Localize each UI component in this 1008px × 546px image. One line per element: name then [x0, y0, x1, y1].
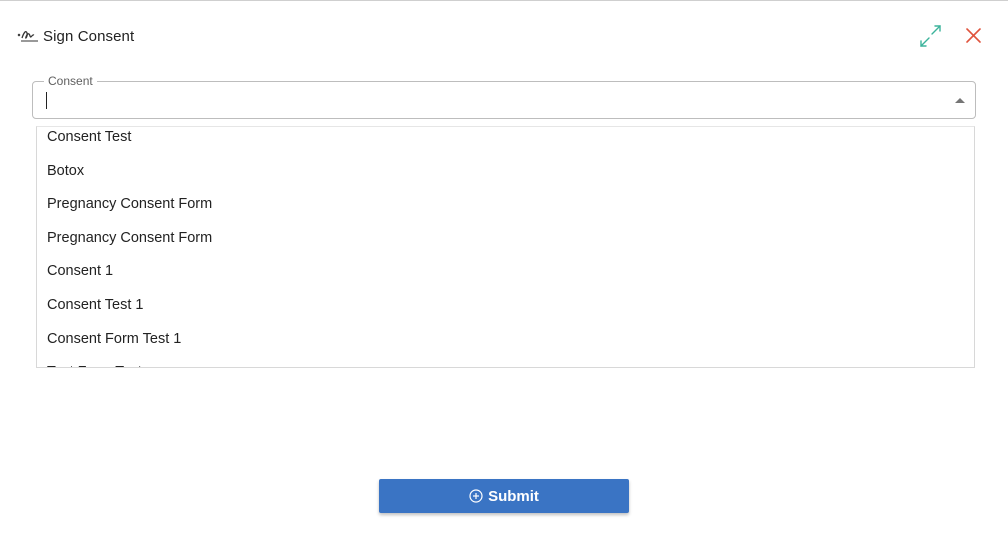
- dialog-header: Sign Consent: [17, 25, 134, 47]
- submit-button[interactable]: Submit: [379, 479, 629, 513]
- submit-label: Submit: [488, 487, 539, 505]
- consent-option[interactable]: Test Form Test: [37, 356, 974, 367]
- consent-select-field[interactable]: Consent: [32, 74, 976, 119]
- signature-icon: [17, 28, 39, 44]
- consent-option[interactable]: Consent Test: [37, 127, 974, 155]
- plus-circle-icon: [469, 489, 483, 503]
- chevron-up-icon[interactable]: [955, 98, 965, 103]
- consent-option[interactable]: Pregnancy Consent Form: [37, 222, 974, 256]
- expand-icon[interactable]: [918, 24, 943, 48]
- consent-option[interactable]: Consent Form Test 1: [37, 323, 974, 357]
- text-cursor: [46, 92, 47, 109]
- consent-option[interactable]: Pregnancy Consent Form: [37, 188, 974, 222]
- consent-option[interactable]: Consent Test 1: [37, 289, 974, 323]
- consent-input[interactable]: [45, 91, 925, 109]
- consent-options-listbox[interactable]: Consent Test Botox Pregnancy Consent For…: [36, 126, 975, 368]
- sign-consent-dialog: Sign Consent Consent Consent Test Botox …: [0, 0, 1008, 546]
- dialog-title: Sign Consent: [43, 27, 135, 45]
- consent-option[interactable]: Consent 1: [37, 255, 974, 289]
- consent-field-label: Consent: [44, 74, 97, 88]
- consent-option[interactable]: Botox: [37, 155, 974, 189]
- close-icon[interactable]: [965, 27, 982, 44]
